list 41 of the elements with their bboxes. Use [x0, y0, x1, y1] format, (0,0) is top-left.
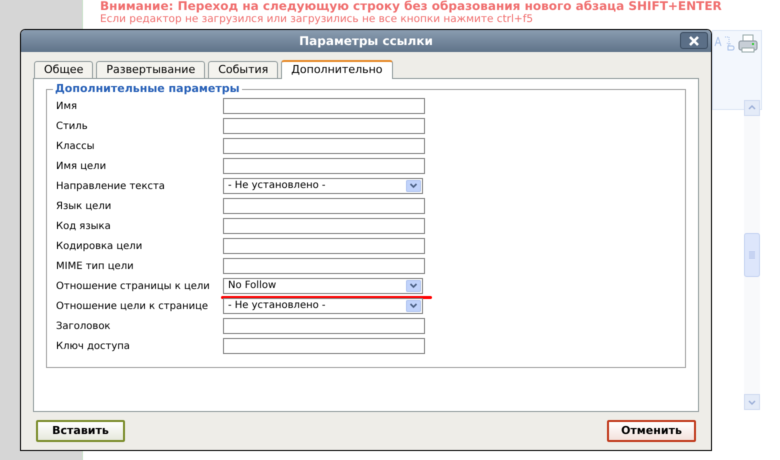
text-input[interactable] [223, 318, 425, 334]
tab[interactable]: События [208, 61, 278, 78]
close-icon [689, 36, 699, 46]
field-label: Имя [56, 100, 78, 114]
cancel-button[interactable]: Отменить [607, 420, 696, 442]
scrollbar[interactable] [744, 100, 760, 410]
field-label: Кодировка цели [56, 240, 144, 254]
field-label: Классы [56, 140, 96, 154]
field-label: Направление текста [56, 180, 166, 194]
close-button[interactable] [680, 32, 708, 49]
field-label: Код языка [56, 220, 112, 234]
tab[interactable]: Развертывание [96, 61, 206, 78]
window-title: Параметры ссылки [299, 33, 433, 50]
text-input[interactable] [223, 158, 425, 174]
text-input[interactable] [223, 98, 425, 114]
field-label: Заголовок [56, 320, 112, 334]
field-label: Стиль [56, 120, 89, 134]
field-label: Отношение цели к странице [56, 300, 210, 314]
text-input[interactable] [223, 218, 425, 234]
scroll-thumb[interactable] [744, 233, 760, 277]
field-label: Отношение страницы к цели [56, 280, 211, 294]
text-input[interactable] [223, 198, 425, 214]
field-label: Имя цели [56, 160, 108, 174]
dropdown[interactable]: - Не установлено - [223, 178, 423, 194]
text-input[interactable] [223, 258, 425, 274]
text-input[interactable] [223, 118, 425, 134]
notice-text: Если редактор не загрузился или загрузились не все кнопки нажмите ctrl+f5 [100, 13, 534, 26]
tab[interactable]: Общее [34, 61, 94, 78]
dropdown[interactable]: - Не установлено - [223, 298, 423, 314]
dropdown[interactable]: No Follow [223, 278, 423, 294]
text-input[interactable] [223, 238, 425, 254]
field-label: Ключ доступа [56, 340, 131, 354]
field-label: MIME тип цели [56, 260, 135, 274]
notice-text: Внимание: Переход на следующую строку без образования нового абзаца SHIFT+ENTER [100, 0, 722, 13]
tab[interactable]: Дополнительно [281, 60, 393, 79]
text-input[interactable] [223, 338, 425, 354]
field-label: Язык цели [56, 200, 112, 214]
insert-button[interactable]: Вставить [36, 420, 125, 442]
text-input[interactable] [223, 138, 425, 154]
group-title: Дополнительные параметры [53, 81, 242, 97]
printer-icon[interactable] [737, 33, 759, 55]
